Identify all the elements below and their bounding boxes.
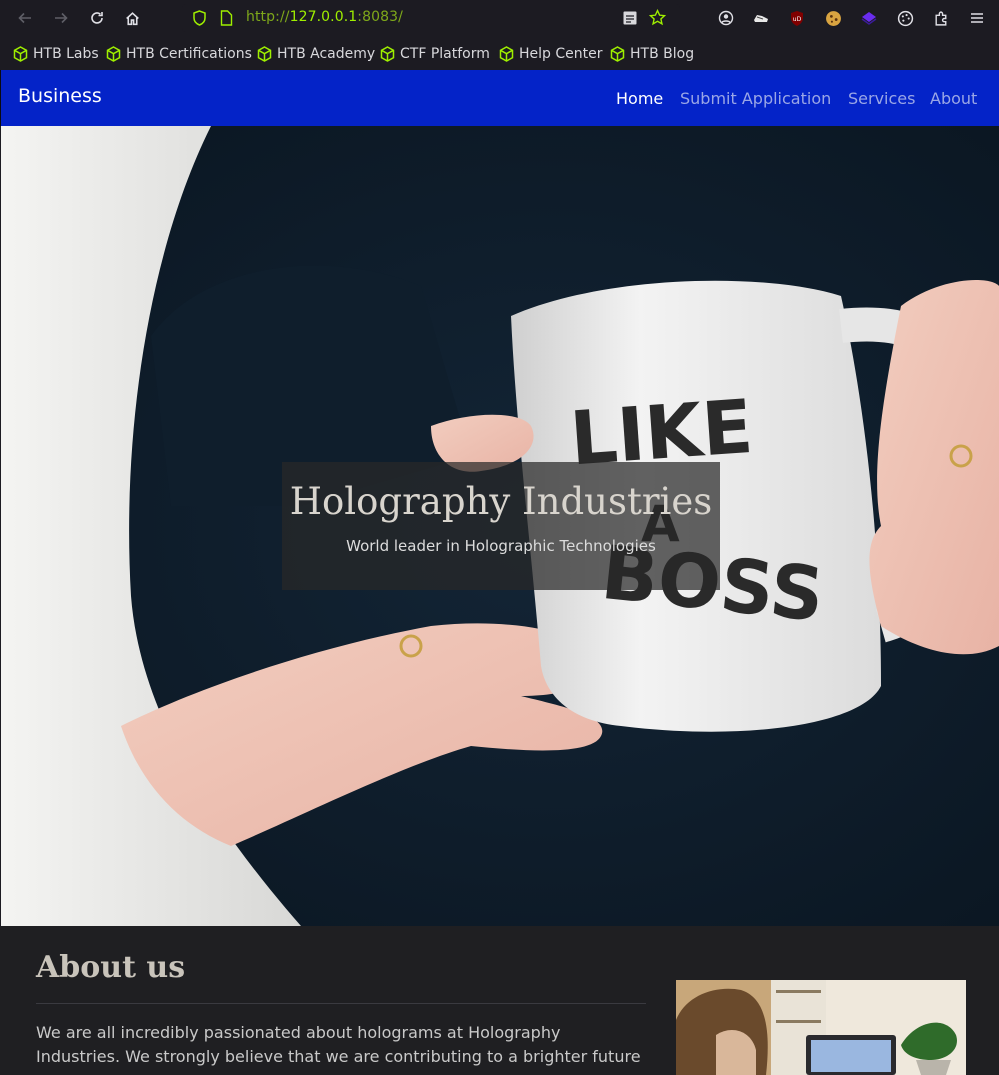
about-title: About us <box>36 950 186 985</box>
page-icon[interactable] <box>220 10 233 30</box>
bookmark-htb-blog[interactable]: HTB Blog <box>610 44 694 64</box>
bookmarks-bar: HTB Labs HTB Certifications HTB Academy … <box>0 36 999 70</box>
url-port: :8083/ <box>357 9 403 25</box>
bookmark-label: CTF Platform <box>400 46 490 62</box>
browser-toolbar: http://127.0.0.1:8083/ uD <box>0 0 999 36</box>
about-section: About us We are all incredibly passionat… <box>0 926 999 1075</box>
bookmark-help-center[interactable]: Help Center <box>499 44 603 64</box>
url-text[interactable]: http://127.0.0.1:8083/ <box>246 9 403 25</box>
bookmark-htb-labs[interactable]: HTB Labs <box>13 44 99 64</box>
about-divider <box>36 1003 646 1004</box>
home-icon[interactable] <box>120 6 144 30</box>
bookmark-label: HTB Certifications <box>126 46 252 62</box>
reload-icon[interactable] <box>85 6 109 30</box>
bookmark-label: HTB Labs <box>33 46 99 62</box>
htb-cube-icon <box>610 46 625 62</box>
extension-purple-icon[interactable] <box>857 6 881 30</box>
bookmark-ctf-platform[interactable]: CTF Platform <box>380 44 490 64</box>
ublock-icon[interactable]: uD <box>785 6 809 30</box>
address-bar[interactable]: http://127.0.0.1:8083/ <box>182 4 680 32</box>
svg-text:uD: uD <box>793 16 802 23</box>
site-navbar: Business Home Submit Application Service… <box>0 70 999 126</box>
url-host: 127.0.0.1 <box>289 9 358 25</box>
bookmark-htb-academy[interactable]: HTB Academy <box>257 44 375 64</box>
htb-cube-icon <box>257 46 272 62</box>
extension-shoe-icon[interactable] <box>749 6 773 30</box>
web-page: Business Home Submit Application Service… <box>0 70 999 1075</box>
hero-caption: Holography Industries World leader in Ho… <box>282 462 720 590</box>
back-icon[interactable] <box>13 6 37 30</box>
extension-cookie-icon[interactable] <box>821 6 845 30</box>
bookmark-star-icon[interactable] <box>648 8 667 30</box>
reader-mode-icon[interactable] <box>622 10 638 30</box>
menu-icon[interactable] <box>965 6 989 30</box>
hero-subtitle: World leader in Holographic Technologies <box>346 537 656 555</box>
nav-link-services[interactable]: Services <box>848 89 915 108</box>
nav-link-submit-application[interactable]: Submit Application <box>680 89 831 108</box>
nav-link-home[interactable]: Home <box>616 89 663 108</box>
bookmark-htb-certifications[interactable]: HTB Certifications <box>106 44 252 64</box>
extension-palette-icon[interactable] <box>893 6 917 30</box>
hero-section: LIKE A BOSS Holography Industries World … <box>1 126 999 926</box>
htb-cube-icon <box>499 46 514 62</box>
bookmark-label: Help Center <box>519 46 603 62</box>
about-text: We are all incredibly passionated about … <box>36 1023 641 1066</box>
htb-cube-icon <box>106 46 121 62</box>
extensions-puzzle-icon[interactable] <box>929 6 953 30</box>
htb-cube-icon <box>13 46 28 62</box>
account-icon[interactable] <box>714 6 738 30</box>
url-scheme: http:// <box>246 9 290 25</box>
about-image <box>676 980 966 1075</box>
hero-title: Holography Industries <box>289 480 713 523</box>
bookmark-label: HTB Blog <box>630 46 695 62</box>
shield-icon[interactable] <box>192 10 207 30</box>
forward-icon[interactable] <box>49 6 73 30</box>
brand-logo[interactable]: Business <box>18 85 102 107</box>
bookmark-label: HTB Academy <box>277 46 376 62</box>
htb-cube-icon <box>380 46 395 62</box>
nav-link-about[interactable]: About <box>930 89 977 108</box>
